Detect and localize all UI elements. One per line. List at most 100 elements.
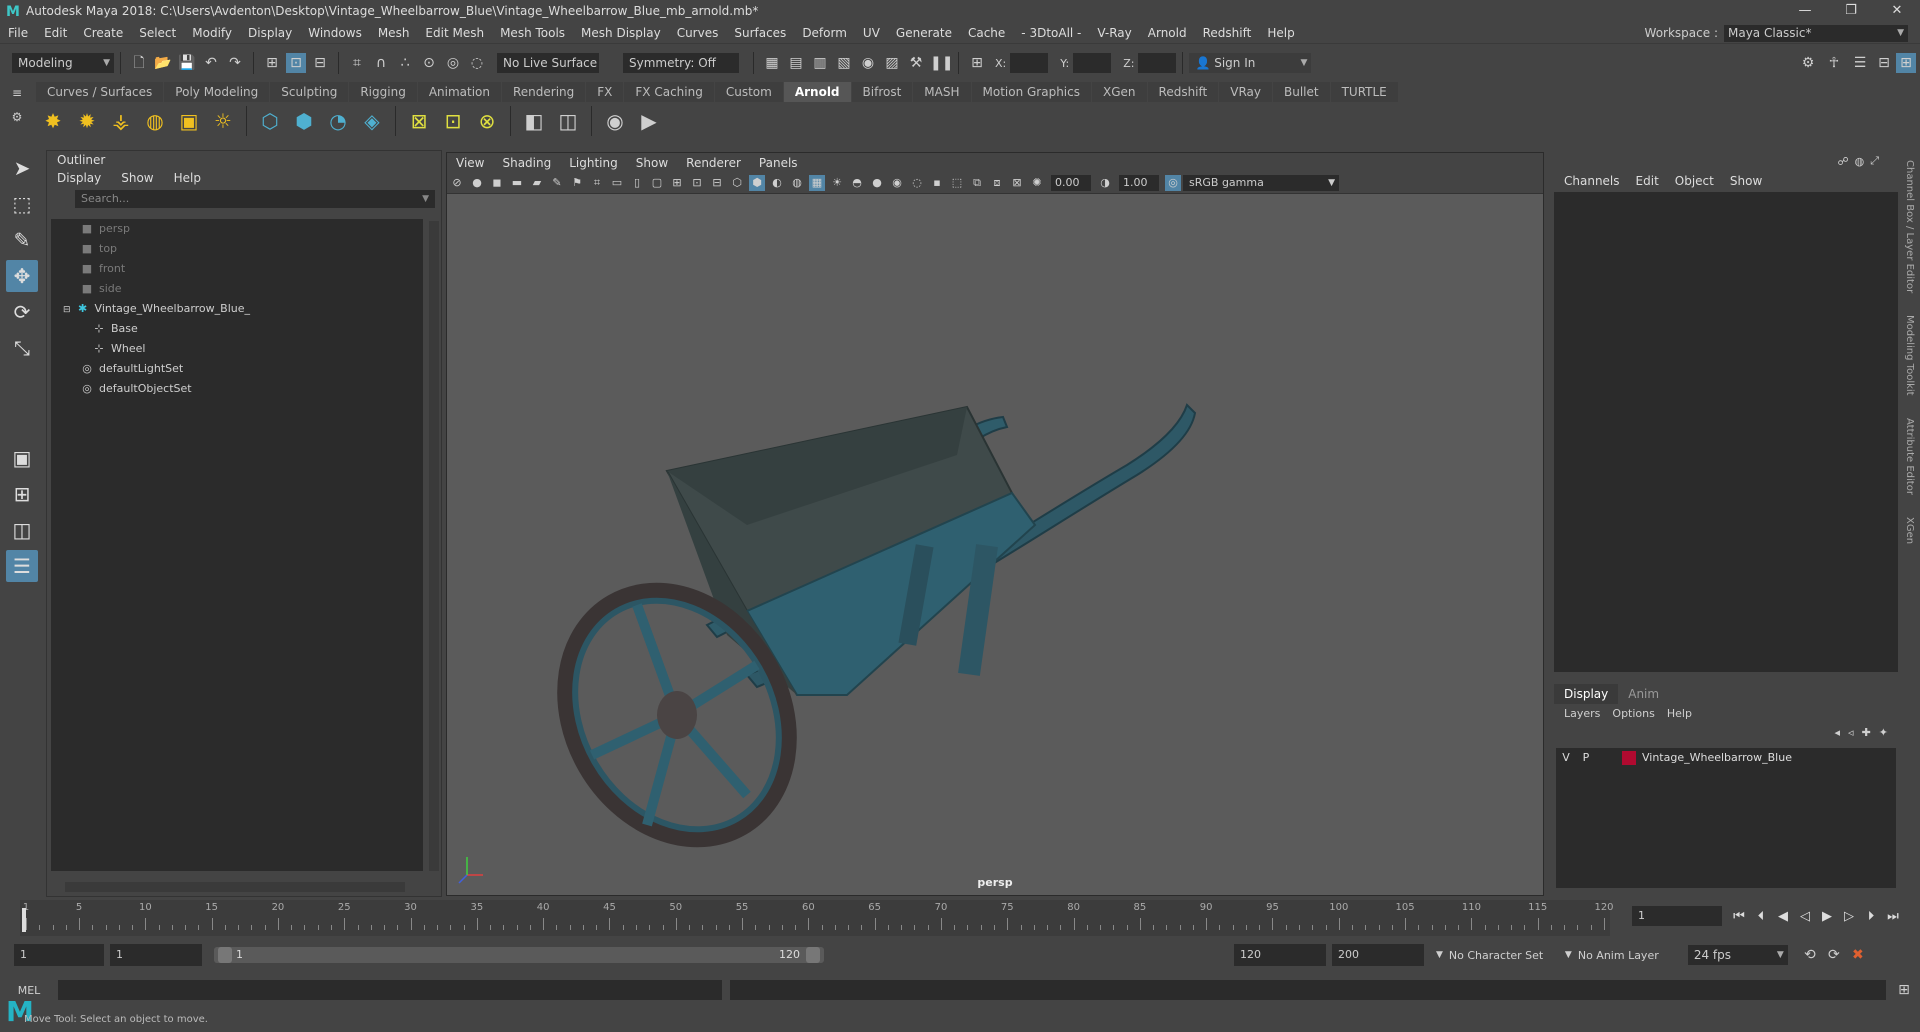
side-tab-xgen[interactable]: XGen	[1904, 517, 1915, 544]
outliner-menu-display[interactable]: Display	[47, 169, 111, 187]
menu-uv[interactable]: UV	[855, 22, 888, 44]
outliner-item-wheel[interactable]: ⊹ Wheel	[51, 339, 423, 359]
snap-view-icon[interactable]: ⊙	[419, 53, 439, 73]
render-frame-icon[interactable]: ▤	[786, 53, 806, 73]
go-to-end-icon[interactable]: ⏭	[1882, 906, 1904, 928]
command-language-label[interactable]: MEL	[0, 984, 58, 997]
field-chart-icon[interactable]: ⊞	[669, 175, 685, 191]
flush-cache-icon[interactable]: ⊠	[404, 106, 434, 136]
snap-surface-icon[interactable]: ◎	[443, 53, 463, 73]
menu-create[interactable]: Create	[75, 22, 131, 44]
select-tool-icon[interactable]: ➤	[6, 152, 38, 184]
open-scene-icon[interactable]: 📂	[153, 53, 173, 73]
outliner-search-input[interactable]: Search... ▼	[75, 190, 435, 208]
outliner-vertical-scrollbar[interactable]	[429, 221, 439, 871]
fps-dropdown[interactable]: 24 fps ▼	[1687, 945, 1788, 965]
menu-curves[interactable]: Curves	[669, 22, 727, 44]
step-back-frame-icon[interactable]: ◀	[1772, 906, 1794, 928]
sign-in-button[interactable]: 👤 Sign In ▼	[1189, 53, 1312, 73]
modeling-toolkit-icon[interactable]: ⚙	[1798, 53, 1818, 73]
layer-playback-toggle[interactable]: P	[1576, 748, 1596, 768]
color-management-icon[interactable]: ◎	[1165, 175, 1181, 191]
shadows-icon[interactable]: ◓	[849, 175, 865, 191]
save-scene-icon[interactable]: 💾	[177, 53, 197, 73]
loop-icon[interactable]: ⟲	[1800, 945, 1820, 965]
channel-menu-channels[interactable]: Channels	[1556, 170, 1628, 192]
safe-action-icon[interactable]: ⊡	[689, 175, 705, 191]
chevron-down-icon[interactable]: ▼	[1565, 950, 1572, 960]
viewport-menu-show[interactable]: Show	[627, 153, 677, 173]
film-gate-icon[interactable]: ▭	[609, 175, 625, 191]
undo-icon[interactable]: ↶	[201, 53, 221, 73]
menu-mesh[interactable]: Mesh	[370, 22, 418, 44]
menu-mesh-display[interactable]: Mesh Display	[573, 22, 669, 44]
outliner-layout-icon[interactable]: ☰	[6, 550, 38, 582]
select-hierarchy-icon[interactable]: ⊞	[262, 53, 282, 73]
layer-color-swatch[interactable]	[1622, 751, 1636, 765]
shelf-menu-icon[interactable]: ≡	[2, 86, 32, 100]
isolate-select-icon[interactable]: ⬚	[949, 175, 965, 191]
default-material-icon[interactable]: ◐	[769, 175, 785, 191]
side-tab-channel-box[interactable]: Channel Box / Layer Editor	[1904, 160, 1915, 293]
shelf-tab-sculpting[interactable]: Sculpting	[270, 82, 349, 102]
menu-modify[interactable]: Modify	[184, 22, 240, 44]
script-editor-icon[interactable]: ⊞	[1894, 980, 1914, 1000]
step-back-key-icon[interactable]: ⏴	[1750, 906, 1772, 928]
light-portal-icon[interactable]: ▣	[174, 106, 204, 136]
side-tab-modeling-toolkit[interactable]: Modeling Toolkit	[1904, 315, 1915, 396]
color-space-dropdown[interactable]: sRGB gamma ▼	[1183, 175, 1339, 191]
shelf-tab-motion-graphics[interactable]: Motion Graphics	[971, 82, 1091, 102]
new-layer-selected-icon[interactable]: ✦	[1879, 726, 1888, 739]
menu-edit[interactable]: Edit	[36, 22, 75, 44]
outliner-item-base[interactable]: ⊹ Base	[51, 319, 423, 339]
camera-attributes-icon[interactable]: ●	[469, 175, 485, 191]
anim-layer-label[interactable]: No Anim Layer	[1578, 949, 1678, 962]
expand-icon[interactable]: ⤢	[1870, 154, 1879, 168]
outliner-item-default-light-set[interactable]: ◎ defaultLightSet	[51, 359, 423, 379]
step-forward-key-icon[interactable]: ⏵	[1860, 906, 1882, 928]
shelf-tab-custom[interactable]: Custom	[714, 82, 783, 102]
volume-icon[interactable]: ◔	[323, 106, 353, 136]
workspace-dropdown[interactable]: Maya Classic* ▼	[1724, 24, 1908, 42]
end-time-field[interactable]: 120	[1234, 944, 1326, 966]
shelf-tab-rendering[interactable]: Rendering	[502, 82, 586, 102]
channel-box-area[interactable]	[1554, 192, 1898, 672]
viewport-menu-renderer[interactable]: Renderer	[677, 153, 750, 173]
outliner-item-persp[interactable]: ■ persp	[51, 219, 423, 239]
menu-help[interactable]: Help	[1259, 22, 1302, 44]
character-set-label[interactable]: No Character Set	[1449, 949, 1559, 962]
render-view-icon[interactable]: ▦	[762, 53, 782, 73]
new-scene-icon[interactable]: 🗋	[129, 53, 149, 73]
animation-preferences-icon[interactable]: ✖	[1848, 945, 1868, 965]
image-plane-icon[interactable]: ▬	[509, 175, 525, 191]
curve-collector-icon[interactable]: ◈	[357, 106, 387, 136]
pause-icon[interactable]: ❚❚	[930, 53, 953, 73]
xray-icon[interactable]: ⧉	[969, 175, 985, 191]
licensing-icon[interactable]: ◫	[553, 106, 583, 136]
channel-box-icon[interactable]: ☍	[1837, 155, 1848, 168]
shelf-tab-bifrost[interactable]: Bifrost	[851, 82, 913, 102]
shelf-tab-vray[interactable]: VRay	[1219, 82, 1272, 102]
resolution-gate-icon[interactable]: ▯	[629, 175, 645, 191]
menu-redshift[interactable]: Redshift	[1195, 22, 1260, 44]
shelf-tab-curves-surfaces[interactable]: Curves / Surfaces	[36, 82, 164, 102]
menu-file[interactable]: File	[0, 22, 36, 44]
menu-generate[interactable]: Generate	[888, 22, 960, 44]
layer-row[interactable]: V P Vintage_Wheelbarrow_Blue	[1556, 748, 1896, 768]
range-slider[interactable]: 1 120	[214, 947, 824, 963]
gamma-field[interactable]: 1.00	[1119, 175, 1159, 191]
symmetry-dropdown[interactable]: Symmetry: Off	[623, 53, 739, 73]
layer-menu-layers[interactable]: Layers	[1558, 707, 1606, 720]
redo-icon[interactable]: ↷	[225, 53, 245, 73]
channel-box-icon[interactable]: ⊞	[1896, 53, 1916, 73]
render-region-icon[interactable]: ▨	[882, 53, 902, 73]
camera-select-icon[interactable]: ⊘	[449, 175, 465, 191]
scene-render[interactable]	[447, 195, 1543, 895]
layer-visibility-toggle[interactable]: V	[1556, 748, 1576, 768]
minimize-button[interactable]: —	[1782, 0, 1828, 22]
current-frame-field[interactable]: 1	[1632, 906, 1722, 926]
menu-vray[interactable]: V-Ray	[1089, 22, 1139, 44]
single-perspective-icon[interactable]: ▣	[6, 442, 38, 474]
playhead[interactable]	[22, 908, 26, 932]
menu-select[interactable]: Select	[131, 22, 184, 44]
